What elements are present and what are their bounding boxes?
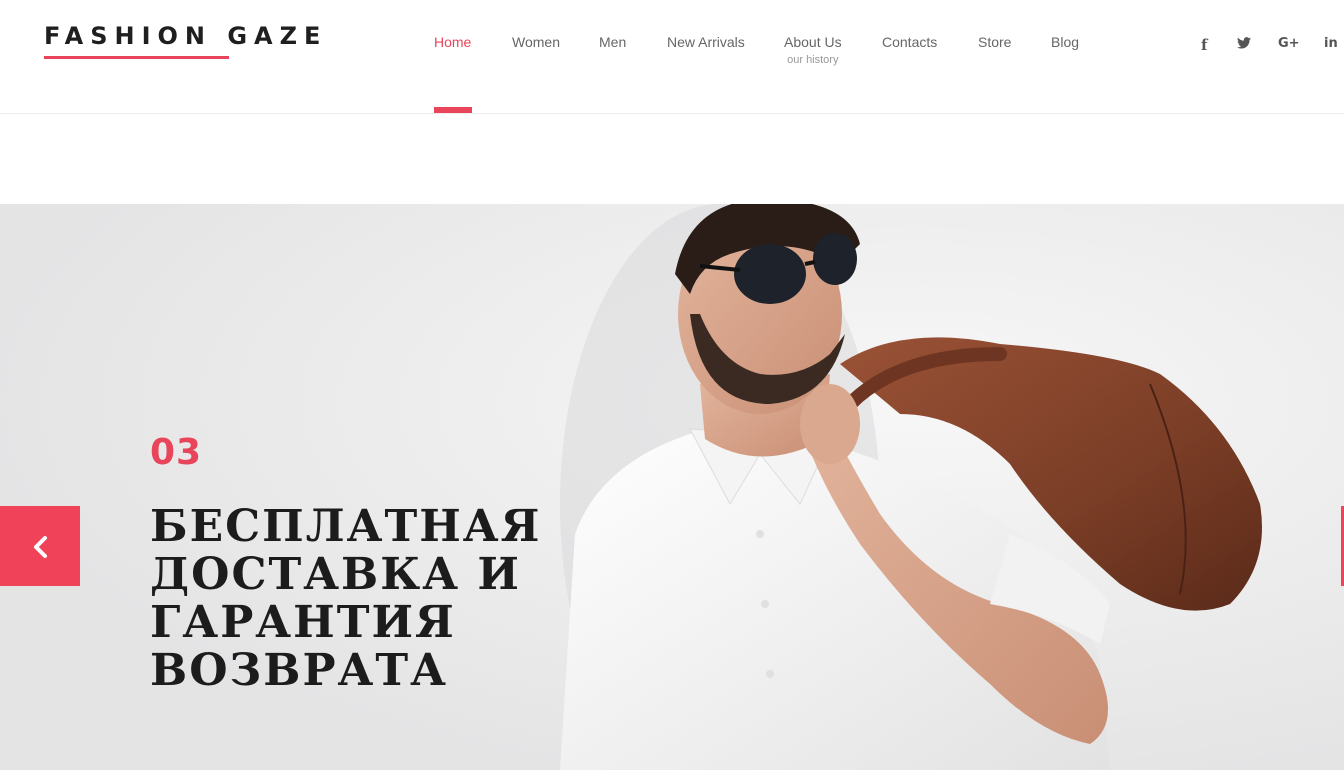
brand-logo[interactable]: FASHION GAZE bbox=[44, 22, 327, 50]
hero-slider: 03 БЕСПЛАТНАЯ ДОСТАВКА И ГАРАНТИЯ ВОЗВРА… bbox=[0, 204, 1344, 770]
twitter-icon[interactable] bbox=[1237, 37, 1251, 53]
prev-slide-button[interactable] bbox=[0, 506, 80, 586]
linkedin-icon[interactable]: in bbox=[1324, 36, 1338, 51]
nav-item-women[interactable]: Women bbox=[512, 34, 560, 50]
nav-item-store[interactable]: Store bbox=[978, 34, 1011, 50]
nav-item-about-us-sublabel: our history bbox=[787, 54, 839, 66]
nav-item-contacts[interactable]: Contacts bbox=[882, 34, 937, 50]
google-plus-icon[interactable]: G+ bbox=[1278, 36, 1300, 51]
slide-title-line: БЕСПЛАТНАЯ bbox=[150, 501, 542, 553]
nav-item-home[interactable]: Home bbox=[434, 34, 471, 50]
nav-item-about-us[interactable]: About Us our history bbox=[784, 34, 842, 66]
slide-title: БЕСПЛАТНАЯ ДОСТАВКА И ГАРАНТИЯ ВОЗВРАТА bbox=[150, 503, 570, 695]
logo-underline bbox=[44, 56, 229, 59]
nav-item-blog[interactable]: Blog bbox=[1051, 34, 1079, 50]
twitter-bird-glyph bbox=[1237, 37, 1251, 49]
slide-number: 03 bbox=[150, 432, 203, 473]
nav-item-about-us-label: About Us bbox=[784, 34, 842, 50]
facebook-icon[interactable]: f bbox=[1201, 36, 1207, 54]
active-nav-indicator bbox=[434, 107, 472, 113]
nav-item-men[interactable]: Men bbox=[599, 34, 626, 50]
slide-title-line: ДОСТАВКА И bbox=[150, 549, 521, 601]
slide-title-line: ГАРАНТИЯ bbox=[150, 597, 456, 649]
site-header: FASHION GAZE Home Women Men New Arrivals… bbox=[0, 0, 1344, 114]
nav-item-new-arrivals[interactable]: New Arrivals bbox=[667, 34, 745, 50]
slide-title-line: ВОЗВРАТА bbox=[150, 645, 448, 697]
chevron-left-icon bbox=[34, 536, 47, 558]
